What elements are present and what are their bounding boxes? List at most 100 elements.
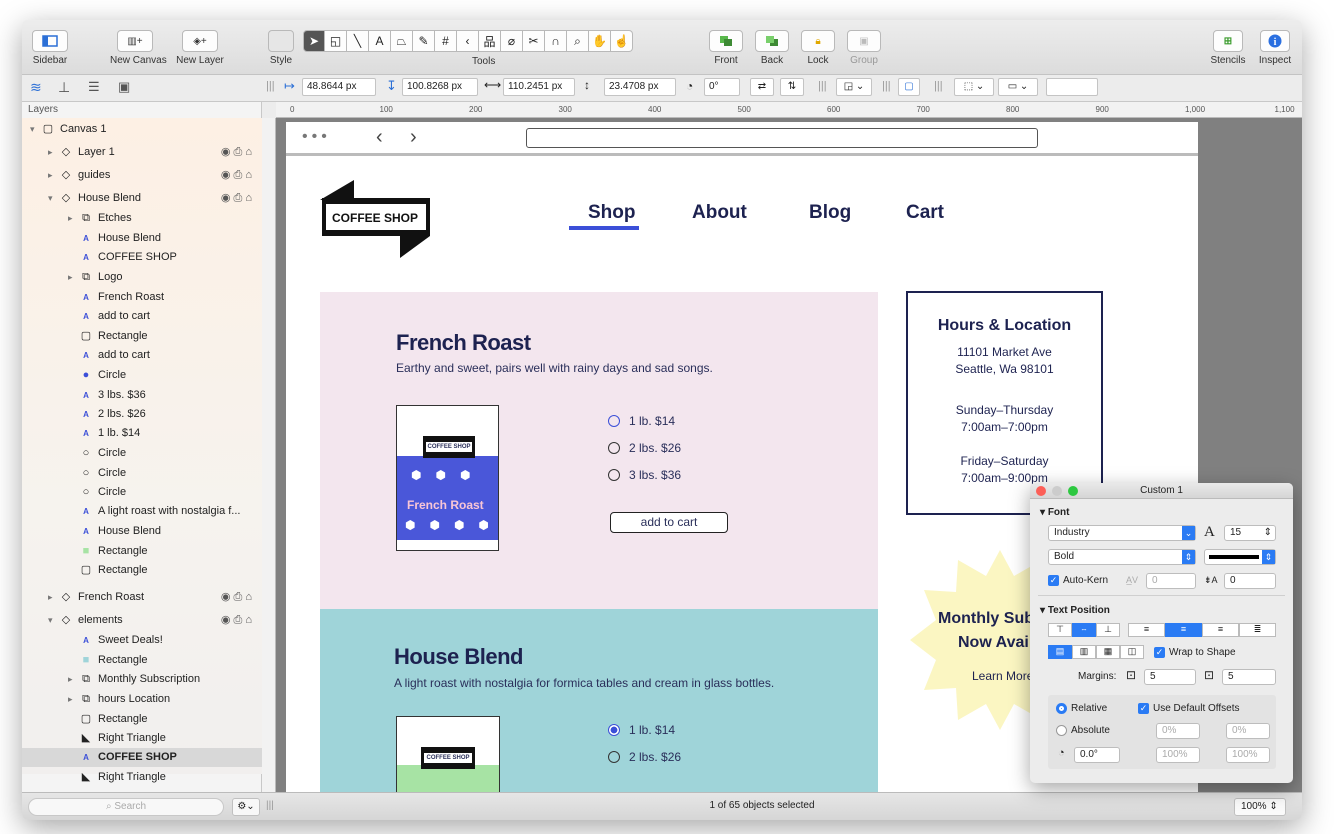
option-1lb[interactable]: 1 lb. $14: [608, 723, 681, 737]
scale-y-field[interactable]: 100%: [1226, 747, 1270, 763]
layer-row[interactable]: A House Blend: [22, 229, 262, 248]
overflow-icon[interactable]: ◫: [1120, 645, 1144, 659]
layer-row[interactable]: Aadd to cart: [22, 346, 262, 365]
font-section-header[interactable]: ▾ Font: [1040, 507, 1069, 518]
layer-row[interactable]: ○ Circle: [22, 444, 262, 463]
layer-visibility-print-lock-icon[interactable]: ◉ ⎙ ⌂: [221, 189, 252, 208]
group-button[interactable]: ▣ Group: [844, 30, 884, 66]
text-position-header[interactable]: ▾ Text Position: [1040, 605, 1110, 616]
offset-y-field[interactable]: 0%: [1226, 723, 1270, 739]
kern-field[interactable]: 0: [1146, 573, 1196, 589]
magnet-icon[interactable]: ∩: [545, 30, 567, 52]
selection-tool-icon[interactable]: ➤: [303, 30, 325, 52]
disclosure-icon[interactable]: ▸: [48, 588, 60, 607]
layer-row[interactable]: ▸ ⧉ hours Location: [22, 690, 262, 709]
disclosure-icon[interactable]: ▸: [48, 166, 60, 185]
stencil-view-icon[interactable]: ▣: [118, 79, 130, 95]
bezier-tool-icon[interactable]: ✎: [413, 30, 435, 52]
layer-visibility-print-lock-icon[interactable]: ◉ ⎙ ⌂: [221, 143, 252, 162]
layer-row[interactable]: Aadd to cart: [22, 307, 262, 326]
layer-row[interactable]: ○ Circle: [22, 464, 262, 483]
disclosure-icon[interactable]: ▸: [68, 670, 80, 689]
y-field[interactable]: 100.8268 px: [402, 78, 478, 96]
layer-row[interactable]: A French Roast: [22, 288, 262, 307]
fit-shape-icon[interactable]: ▤: [1048, 645, 1072, 659]
learn-more-link[interactable]: Learn More: [972, 669, 1033, 683]
layer-visibility-print-lock-icon[interactable]: ◉ ⎙ ⌂: [221, 611, 252, 630]
front-button[interactable]: Front: [706, 30, 746, 66]
height-field[interactable]: 23.4708 px: [604, 78, 676, 96]
nav-about[interactable]: About: [692, 202, 747, 224]
margin-field-2[interactable]: 5: [1222, 669, 1276, 685]
layers-icon[interactable]: ≋: [30, 79, 42, 96]
layer-row[interactable]: A COFFEE SHOP: [22, 248, 262, 267]
zoom-field[interactable]: 100% ⇕: [1234, 798, 1286, 816]
align-center-icon[interactable]: ≡: [1165, 623, 1202, 637]
radio-icon[interactable]: [608, 415, 620, 427]
browse-hand-icon[interactable]: ☝: [611, 30, 633, 52]
back-button[interactable]: Back: [752, 30, 792, 66]
shape-tool-icon[interactable]: ◱: [325, 30, 347, 52]
layer-row[interactable]: ▸ ⧉ Etches: [22, 209, 262, 228]
inspect-button[interactable]: i Inspect: [1254, 30, 1296, 66]
option-1lb[interactable]: 1 lb. $14: [608, 414, 681, 428]
scale-x-field[interactable]: 100%: [1156, 747, 1200, 763]
x-field[interactable]: 48.8644 px: [302, 78, 376, 96]
default-offsets-checkbox[interactable]: ✓ Use Default Offsets: [1138, 703, 1240, 714]
disclosure-icon[interactable]: ▾: [48, 189, 60, 208]
align-right-icon[interactable]: ≡: [1202, 623, 1239, 637]
lock-button[interactable]: 🔒︎ Lock: [798, 30, 838, 66]
hand-icon[interactable]: ✋: [589, 30, 611, 52]
layer-row[interactable]: A 3 lbs. $36: [22, 386, 262, 405]
layer-row[interactable]: A 1 lb. $14: [22, 424, 262, 443]
radio-icon[interactable]: [608, 469, 620, 481]
option-2lbs[interactable]: 2 lbs. $26: [608, 750, 681, 764]
grid-tool-icon[interactable]: #: [435, 30, 457, 52]
gear-icon[interactable]: ⚙⌄: [232, 798, 260, 816]
option-3lbs[interactable]: 3 lbs. $36: [608, 468, 681, 482]
layer-row[interactable]: ▾ ◇ House Blend ◉ ⎙ ⌂: [22, 189, 262, 208]
align-bottom-icon[interactable]: ⊥: [1096, 623, 1120, 637]
layer-row[interactable]: ▸ ⧉ Logo: [22, 268, 262, 287]
fill-icon[interactable]: ▢: [898, 78, 920, 96]
layer-row[interactable]: ▾ ◇ elements ◉ ⎙ ⌂: [22, 611, 262, 630]
line-style-icon[interactable]: ▭ ⌄: [998, 78, 1038, 96]
disclosure-icon[interactable]: ▸: [68, 690, 80, 709]
shadow-dropdown-icon[interactable]: ◲ ⌄: [836, 78, 872, 96]
flip-horizontal-icon[interactable]: ⇄: [750, 78, 774, 96]
layer-row[interactable]: A COFFEE SHOP: [22, 748, 262, 767]
nav-cart[interactable]: Cart: [906, 202, 944, 224]
layer-row[interactable]: ▸ ◇ French Roast ◉ ⎙ ⌂: [22, 588, 262, 607]
radio-selected-icon[interactable]: [608, 724, 620, 736]
layer-row[interactable]: ■ Rectangle: [22, 651, 262, 670]
layer-row[interactable]: A House Blend: [22, 522, 262, 541]
stencils-button[interactable]: ⊞ Stencils: [1208, 30, 1248, 66]
nav-blog[interactable]: Blog: [809, 202, 851, 224]
line-tool-icon[interactable]: ╲: [347, 30, 369, 52]
font-weight-select[interactable]: Bold ⇕: [1048, 549, 1196, 565]
rotation-field[interactable]: 0°: [704, 78, 740, 96]
radio-icon[interactable]: [608, 751, 620, 763]
sidebar-toolbar-item[interactable]: Sidebar: [30, 30, 70, 66]
baseline-field[interactable]: 0: [1224, 573, 1276, 589]
layer-row[interactable]: ▢ Rectangle: [22, 327, 262, 346]
layer-row[interactable]: ◣ Right Triangle: [22, 768, 262, 787]
layer-row[interactable]: ◣ Right Triangle: [22, 729, 262, 748]
layer-row[interactable]: ● Circle: [22, 366, 262, 385]
nav-shop[interactable]: Shop: [588, 202, 636, 224]
layer-row[interactable]: ▾ ▢ Canvas 1: [22, 120, 262, 139]
justify-icon[interactable]: ≣: [1239, 623, 1276, 637]
option-2lbs[interactable]: 2 lbs. $26: [608, 441, 681, 455]
stroke-dropdown-icon[interactable]: ⬚ ⌄: [954, 78, 994, 96]
align-left-icon[interactable]: ≡: [1128, 623, 1165, 637]
style-brush-icon[interactable]: ⌀: [501, 30, 523, 52]
chevron-left-icon[interactable]: ‹: [457, 30, 479, 52]
new-canvas-button[interactable]: ▥+ New Canvas: [110, 30, 167, 66]
layer-row[interactable]: ▢ Rectangle: [22, 561, 262, 580]
layer-row[interactable]: ■ Rectangle: [22, 542, 262, 561]
font-family-select[interactable]: Industry ⌄: [1048, 525, 1196, 541]
align-top-icon[interactable]: ⊤: [1048, 623, 1072, 637]
layer-row[interactable]: A 2 lbs. $26: [22, 405, 262, 424]
layer-row[interactable]: ▢ Rectangle: [22, 710, 262, 729]
radio-icon[interactable]: [608, 442, 620, 454]
